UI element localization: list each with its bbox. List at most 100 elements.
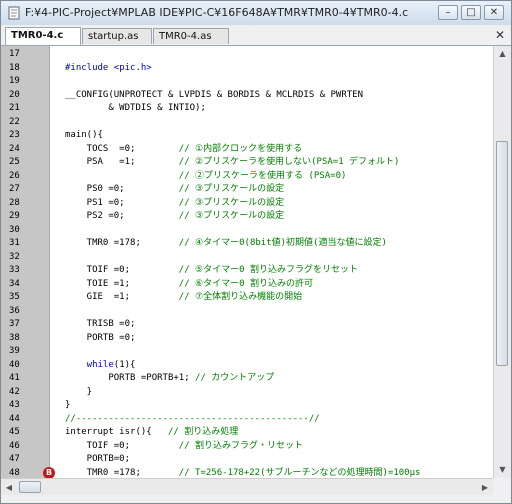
code-token: TOIF =0; [65, 265, 179, 275]
scroll-down-arrow-icon[interactable]: ▼ [494, 462, 511, 478]
code-line[interactable]: 35 GIE =1; // ⑦全体割り込み機能の開始 [1, 291, 493, 304]
code-line[interactable]: 26 // ②プリスケーラを使用する (PSA=0) [1, 170, 493, 183]
line-number: 44 [9, 413, 20, 424]
line-number: 17 [9, 49, 20, 59]
code-text: PS0 =0; // ③プリスケールの設定 [65, 183, 284, 196]
code-comment: // 割り込み処理 [167, 427, 239, 437]
code-line[interactable]: 37 TRISB =0; [1, 318, 493, 331]
code-text: TOIE =1; // ⑥タイマー0 割り込みの許可 [65, 278, 313, 291]
tab-startup-as[interactable]: startup.as [82, 28, 152, 44]
code-line[interactable]: 40 while(1){ [1, 359, 493, 372]
line-number: 29 [9, 211, 20, 221]
line-number: 31 [9, 238, 20, 248]
line-number: 25 [9, 157, 20, 167]
code-line[interactable]: 19 [1, 75, 493, 88]
line-number: 46 [9, 440, 20, 451]
code-token: & WDTDIS & INTIO); [65, 103, 206, 113]
code-token: interrupt isr(){ [65, 427, 168, 437]
maximize-button[interactable]: □ [461, 5, 481, 20]
code-line[interactable]: 36 [1, 305, 493, 318]
minimize-button[interactable]: – [438, 5, 458, 20]
horizontal-scroll-thumb[interactable] [19, 481, 41, 493]
code-line[interactable]: 32 [1, 251, 493, 264]
window-title: F:¥4-PIC-Project¥MPLAB IDE¥PIC-C¥16F648A… [25, 6, 409, 19]
code-token: __CONFIG(UNPROTECT & LVPDIS & BORDIS & M… [65, 89, 364, 100]
code-line[interactable]: 22 [1, 116, 493, 129]
code-keyword: <pic.h> [113, 62, 152, 73]
line-number: 40 [9, 359, 20, 370]
code-line[interactable]: 28 PS1 =0; // ③プリスケールの設定 [1, 197, 493, 210]
code-text: TMR0 =178; // ④タイマー0(8bit値)初期値(適当な値に設定) [65, 237, 387, 250]
code-text: PORTB =0; [65, 332, 136, 345]
line-number: 43 [9, 400, 20, 410]
line-number: 38 [9, 332, 20, 343]
code-line[interactable]: 27 PS0 =0; // ③プリスケールの設定 [1, 183, 493, 196]
code-line[interactable]: 18 #include <pic.h> [1, 62, 493, 75]
code-line[interactable]: 23 main(){ [1, 129, 493, 142]
code-comment: // ③プリスケールの設定 [178, 211, 285, 221]
scroll-left-arrow-icon[interactable]: ◀ [1, 479, 17, 496]
code-line[interactable]: 29 PS2 =0; // ③プリスケールの設定 [1, 210, 493, 223]
code-text: PS1 =0; // ③プリスケールの設定 [65, 197, 284, 210]
code-line[interactable]: 33 TOIF =0; // ⑤タイマー0 割り込みフラグをリセット [1, 264, 493, 277]
code-comment: // 割り込みフラグ・リセット [178, 440, 304, 451]
line-number: 41 [9, 373, 20, 383]
code-line[interactable]: 38 PORTB =0; [1, 332, 493, 345]
scroll-up-arrow-icon[interactable]: ▲ [494, 46, 511, 62]
code-line[interactable]: 42 } [1, 386, 493, 399]
code-text: while(1){ [65, 359, 136, 372]
code-comment: //--------------------------------------… [65, 413, 320, 424]
code-text: TRISB =0; [65, 318, 136, 331]
code-keyword: while [65, 359, 114, 370]
code-line[interactable]: 39 [1, 345, 493, 358]
line-number: 39 [9, 346, 20, 356]
code-comment: // ②プリスケーラを使用する (PSA=0) [178, 170, 347, 181]
code-text: TOIF =0; // 割り込みフラグ・リセット [65, 440, 303, 453]
close-button[interactable]: ✕ [484, 5, 504, 20]
tab-tmr0-4-as[interactable]: TMR0-4.as [153, 28, 229, 44]
code-line[interactable]: 24 TOCS =0; // ①内部クロックを使用する [1, 143, 493, 156]
code-line[interactable]: 47 PORTB=0; [1, 453, 493, 466]
code-text: PORTB =PORTB+1; // カウントアップ [65, 372, 274, 385]
code-line[interactable]: 20 __CONFIG(UNPROTECT & LVPDIS & BORDIS &… [1, 89, 493, 102]
line-number: 18 [9, 62, 20, 73]
code-token: GIE =1; [65, 292, 179, 302]
code-text: & WDTDIS & INTIO); [65, 102, 206, 115]
line-number: 28 [9, 197, 20, 208]
code-token: PORTB =PORTB+1; [65, 373, 196, 383]
code-comment: // カウントアップ [195, 373, 275, 383]
code-line[interactable]: 21 & WDTDIS & INTIO); [1, 102, 493, 115]
code-line[interactable]: 43} [1, 399, 493, 412]
horizontal-scrollbar[interactable]: ◀ ▶ [1, 478, 493, 496]
tab-tmr0-4-c[interactable]: TMR0-4.c [5, 27, 81, 45]
scroll-right-arrow-icon[interactable]: ▶ [477, 479, 493, 496]
code-line[interactable]: 25 PSA =1; // ②プリスケーラを使用しない(PSA=1 デフォルト) [1, 156, 493, 169]
code-text: // ②プリスケーラを使用する (PSA=0) [65, 170, 347, 183]
breakpoint-icon[interactable]: B [43, 466, 55, 478]
vertical-scrollbar[interactable]: ▲ ▼ [493, 46, 511, 478]
code-line[interactable]: 30 [1, 224, 493, 237]
code-comment: // ⑤タイマー0 割り込みフラグをリセット [178, 265, 358, 275]
code-line[interactable]: 45 interrupt isr(){ // 割り込み処理 [1, 426, 493, 439]
code-comment: // ⑦全体割り込み機能の開始 [178, 292, 303, 302]
code-line[interactable]: 41 PORTB =PORTB+1; // カウントアップ [1, 372, 493, 385]
code-editor[interactable]: 17 18 #include <pic.h> 19 20 __CONFIG(UNPROTE… [1, 46, 493, 478]
close-tab-icon[interactable]: ✕ [495, 29, 505, 41]
line-number: 22 [9, 116, 20, 127]
tab-bar: TMR0-4.c startup.as TMR0-4.as ✕ [1, 25, 511, 46]
code-text: } [65, 386, 92, 399]
code-line[interactable]: 46 TOIF =0; // 割り込みフラグ・リセット [1, 440, 493, 453]
code-token: (1){ [113, 359, 136, 370]
code-token: TOIE =1; [65, 278, 179, 289]
code-token: } [65, 386, 93, 397]
code-line[interactable]: 44 //------------------------------------… [1, 413, 493, 426]
editor-window: F:¥4-PIC-Project¥MPLAB IDE¥PIC-C¥16F648A… [0, 0, 512, 504]
vertical-scroll-thumb[interactable] [496, 141, 508, 366]
code-line[interactable]: 17 [1, 48, 493, 61]
line-number: 23 [9, 130, 20, 140]
line-number: 24 [9, 143, 20, 154]
code-line[interactable]: 34 TOIE =1; // ⑥タイマー0 割り込みの許可 [1, 278, 493, 291]
code-line[interactable]: 31 TMR0 =178; // ④タイマー0(8bit値)初期値(適当な値に設… [1, 237, 493, 250]
code-line[interactable]: 48 B TMR0 =178; // T=256-178+22(サブルーチンなどの… [1, 466, 493, 478]
